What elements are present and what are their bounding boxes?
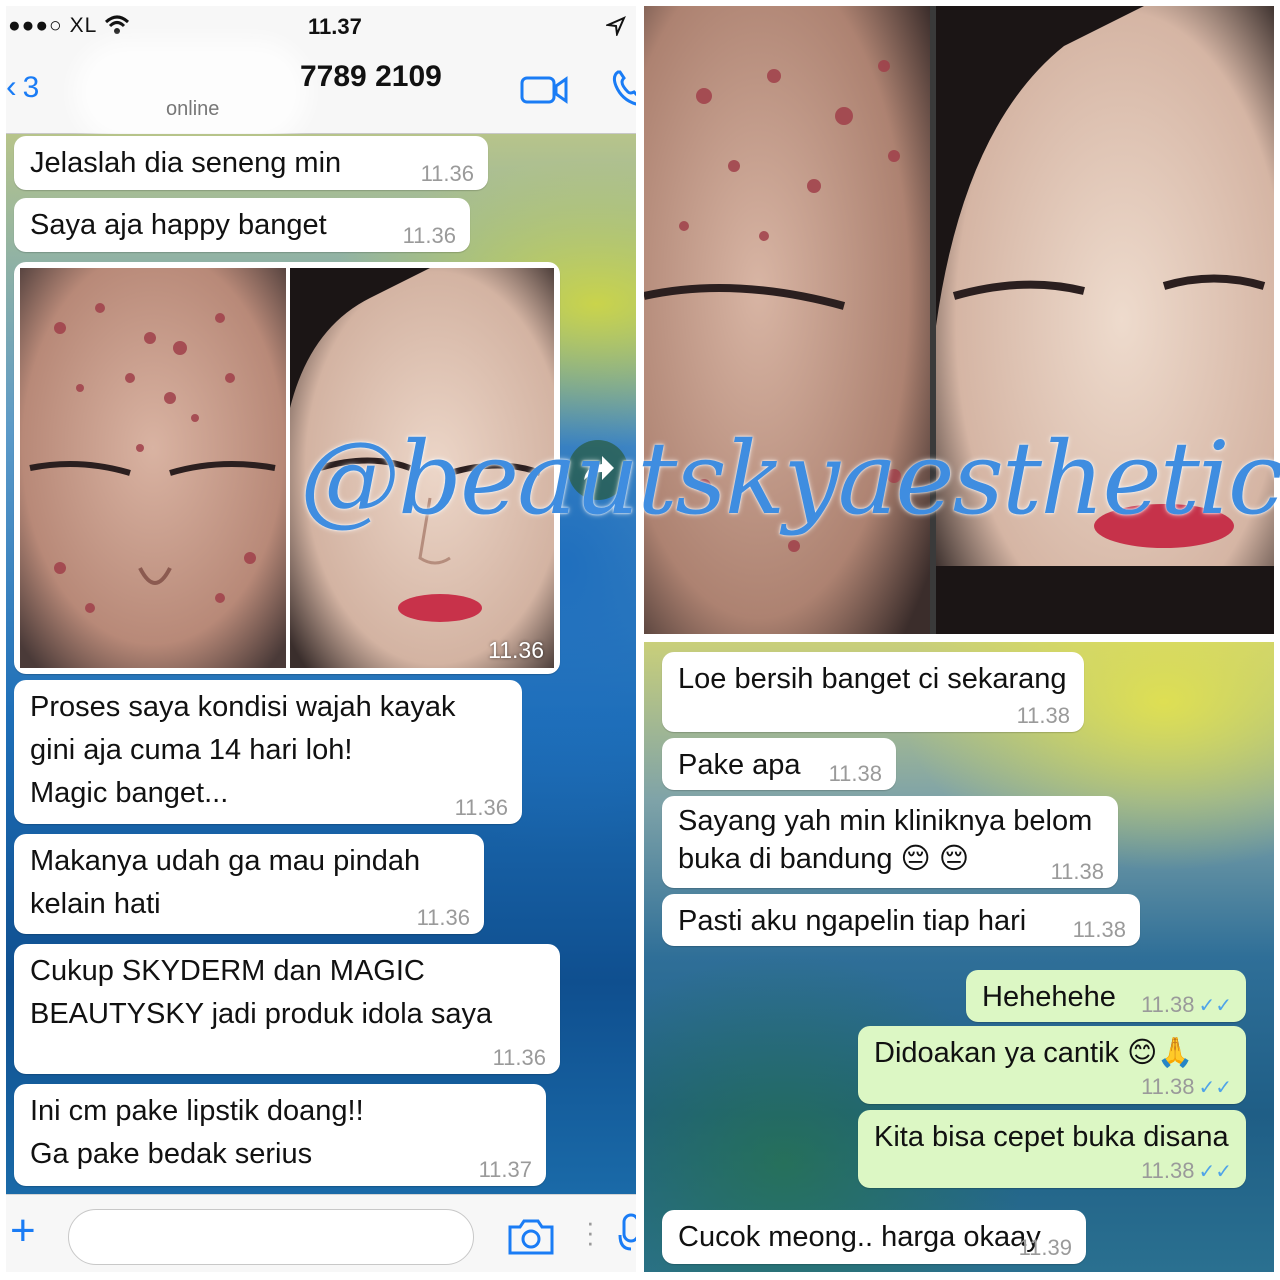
right-chat-screenshot: Loe bersih banget ci sekarang 11.38 Pake… — [644, 642, 1274, 1272]
clock: 11.37 — [308, 14, 362, 39]
video-call-icon[interactable] — [520, 74, 568, 106]
message-text: Makanya udah ga mau pindah kelain hati — [30, 845, 421, 920]
input-bar: + · · · — [6, 1194, 636, 1272]
enlarged-photo — [644, 6, 1274, 634]
message-text: Hehehehe — [982, 981, 1116, 1013]
message-input[interactable] — [68, 1209, 474, 1265]
phone-call-icon[interactable] — [610, 68, 636, 108]
double-check-icon: ✓✓ — [1198, 995, 1232, 1017]
message-time: 11.38 ✓✓ — [1141, 1074, 1232, 1100]
message-text: Kita bisa cepet buka disana — [874, 1121, 1229, 1153]
message-text: Pasti aku ngapelin tiap hari — [678, 905, 1027, 937]
message-bubble[interactable]: Saya aja happy banget 11.36 — [14, 198, 470, 252]
outgoing-message-bubble[interactable]: Hehehehe 11.38 ✓✓ — [966, 970, 1246, 1022]
message-bubble[interactable]: Pake apa 11.38 — [662, 738, 896, 790]
message-text: Saya aja happy banget — [30, 209, 327, 241]
outgoing-message-bubble[interactable]: Kita bisa cepet buka disana 11.38 ✓✓ — [858, 1110, 1246, 1188]
contact-name[interactable]: 7789 2109 — [300, 60, 442, 94]
status-bar: ●●●○ XL 11.37 — [6, 6, 636, 46]
microphone-icon[interactable] — [618, 1213, 636, 1257]
plus-icon[interactable]: + — [10, 1209, 36, 1253]
message-time: 11.38 — [1072, 917, 1126, 942]
message-text: Cukup SKYDERM dan MAGIC BEAUTYSKY jadi p… — [30, 955, 493, 1030]
message-text: Jelaslah dia seneng min — [30, 147, 342, 179]
before-after-photo — [644, 6, 1274, 634]
left-chat-screenshot: ●●●○ XL 11.37 ‹ 3 7789 2109 online Jelasl… — [6, 6, 636, 1272]
message-bubble[interactable]: Loe bersih banget ci sekarang 11.38 — [662, 652, 1084, 732]
message-bubble[interactable]: Makanya udah ga mau pindah kelain hati 1… — [14, 834, 484, 934]
message-bubble[interactable]: Ini cm pake lipstik doang!! Ga pake beda… — [14, 1084, 546, 1186]
message-time: 11.38 ✓✓ — [1141, 1158, 1232, 1184]
message-time: 11.38 — [828, 761, 882, 786]
message-bubble[interactable]: Cukup SKYDERM dan MAGIC BEAUTYSKY jadi p… — [14, 944, 560, 1074]
message-time: 11.38 — [1016, 703, 1070, 728]
message-time: 11.36 — [416, 905, 470, 930]
message-bubble[interactable]: Sayang yah min kliniknya belom buka di b… — [662, 796, 1118, 888]
message-text: Didoakan ya cantik 😊🙏 — [874, 1037, 1194, 1069]
message-text: Sayang yah min kliniknya belom buka di b… — [678, 805, 1093, 875]
back-chevron-icon: ‹ — [6, 68, 17, 104]
wifi-icon — [104, 15, 130, 34]
photo-before — [20, 268, 286, 668]
presence-status: online — [166, 98, 220, 120]
message-text: Proses saya kondisi wajah kayak gini aja… — [30, 691, 456, 809]
message-time: 11.38 ✓✓ — [1141, 992, 1232, 1018]
message-time: 11.36 — [402, 223, 456, 248]
message-text: Ini cm pake lipstik doang!! Ga pake beda… — [30, 1095, 364, 1170]
watermark-handle: @beautskyaesthetic — [300, 420, 1280, 537]
message-time: 11.39 — [1018, 1235, 1072, 1260]
chat-header: ‹ 3 7789 2109 online — [6, 46, 636, 134]
camera-icon[interactable] — [506, 1217, 556, 1257]
double-check-icon: ✓✓ — [1198, 1161, 1232, 1183]
message-bubble[interactable]: Jelaslah dia seneng min 11.36 — [14, 136, 488, 190]
message-bubble[interactable]: Proses saya kondisi wajah kayak gini aja… — [14, 680, 522, 824]
back-button[interactable]: ‹ 3 — [6, 68, 39, 105]
outgoing-message-bubble[interactable]: Didoakan ya cantik 😊🙏 11.38 ✓✓ — [858, 1026, 1246, 1104]
photo-time: 11.36 — [488, 637, 544, 663]
message-time: 11.36 — [454, 795, 508, 820]
message-time: 11.37 — [478, 1157, 532, 1182]
location-arrow-icon — [606, 16, 626, 36]
message-text: Loe bersih banget ci sekarang — [678, 663, 1067, 695]
message-time: 11.38 — [1050, 859, 1104, 884]
double-check-icon: ✓✓ — [1198, 1077, 1232, 1099]
signal-carrier: ●●●○ XL — [8, 14, 98, 37]
message-text: Cucok meong.. harga okaay — [678, 1221, 1041, 1253]
unread-count: 3 — [22, 71, 40, 104]
message-bubble[interactable]: Cucok meong.. harga okaay 11.39 — [662, 1210, 1086, 1264]
message-time: 11.36 — [420, 161, 474, 186]
more-dots-icon: · · · — [586, 1207, 595, 1257]
message-time: 11.36 — [492, 1045, 546, 1070]
message-text: Pake apa — [678, 749, 801, 781]
message-bubble[interactable]: Pasti aku ngapelin tiap hari 11.38 — [662, 894, 1140, 946]
